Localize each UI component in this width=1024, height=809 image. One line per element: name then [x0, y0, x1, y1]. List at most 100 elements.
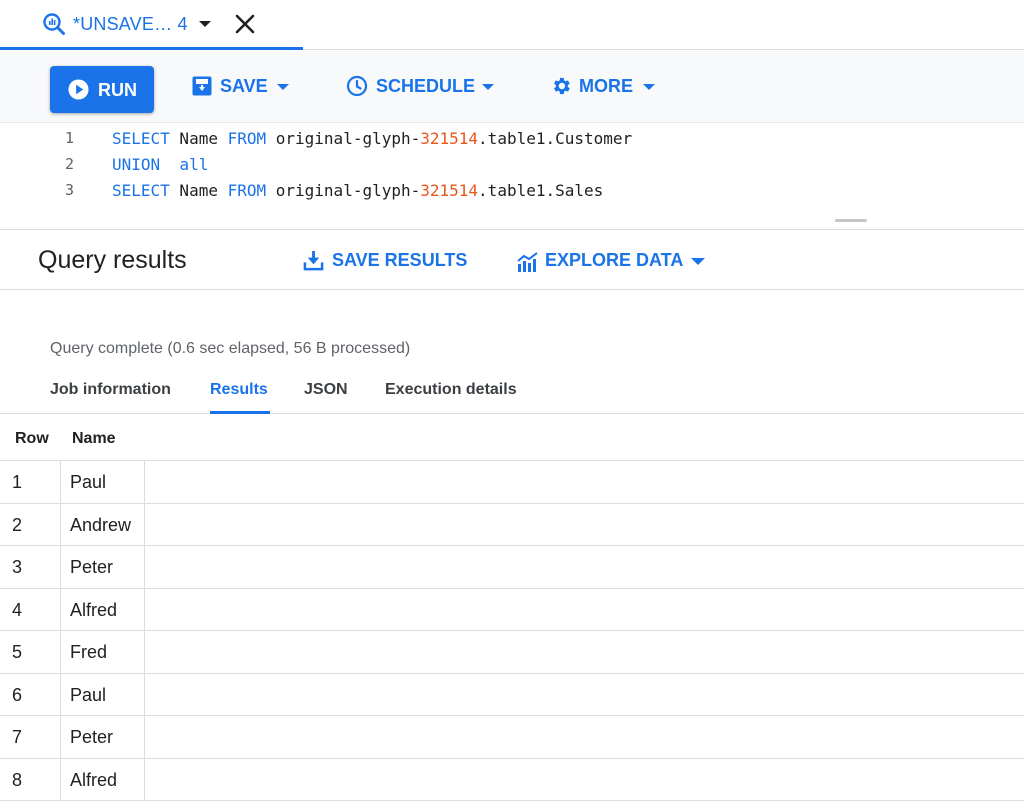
- code-text: SELECT Name FROM original-glyph-321514.t…: [112, 181, 603, 200]
- query-status: Query complete (0.6 sec elapsed, 56 B pr…: [50, 340, 411, 357]
- schedule-icon: [346, 75, 368, 102]
- code-line: 3 SELECT Name FROM original-glyph-321514…: [0, 181, 1024, 207]
- sql-text: .table1.Customer: [478, 129, 633, 148]
- name-cell[interactable]: Peter: [61, 716, 145, 758]
- save-icon: [191, 75, 213, 102]
- row-number: 6: [12, 684, 23, 705]
- results-title: Query results: [38, 246, 187, 274]
- name-value: Peter: [70, 557, 114, 577]
- download-icon: [303, 250, 324, 276]
- code-line: 1 SELECT Name FROM original-glyph-321514…: [0, 129, 1024, 155]
- table-row: 7 Peter: [0, 716, 1024, 759]
- code-text: SELECT Name FROM original-glyph-321514.t…: [112, 129, 632, 148]
- name-cell[interactable]: Andrew: [61, 503, 145, 545]
- row-number: 3: [12, 557, 23, 577]
- chevron-down-icon: [277, 84, 289, 90]
- row-number-cell: 5: [0, 631, 61, 673]
- tab-execution-details[interactable]: Execution details: [385, 381, 517, 414]
- sql-keyword: UNION: [112, 155, 161, 174]
- tab-title: *UNSAVE… 4: [73, 14, 188, 34]
- name-value: Paul: [70, 472, 107, 492]
- schedule-label: SCHEDULE: [376, 76, 476, 96]
- name-cell[interactable]: Peter: [61, 546, 145, 588]
- sql-number: 321514: [420, 181, 479, 200]
- name-value: Alfred: [70, 769, 118, 790]
- name-cell[interactable]: Alfred: [61, 588, 145, 630]
- save-button[interactable]: SAVE: [191, 75, 291, 99]
- name-value: Paul: [70, 684, 107, 705]
- save-label: SAVE: [220, 76, 268, 96]
- chevron-down-icon: [691, 258, 705, 265]
- editor-toolbar: RUN SAVE SCHEDULE MORE: [0, 51, 1024, 123]
- tab-results[interactable]: Results: [210, 381, 270, 414]
- row-number-cell: 6: [0, 673, 61, 715]
- name-cell[interactable]: Paul: [61, 673, 145, 715]
- table-row: 1 Paul: [0, 461, 1024, 504]
- sql-keyword: all: [179, 155, 209, 174]
- row-number: 7: [12, 727, 23, 747]
- table-header: Row Name: [0, 415, 1024, 461]
- sql-keyword: SELECT: [112, 181, 170, 200]
- query-tab[interactable]: *UNSAVE… 4: [0, 0, 303, 50]
- name-cell[interactable]: Alfred: [61, 758, 145, 800]
- line-number: 3: [64, 181, 74, 199]
- sql-keyword: FROM: [227, 181, 267, 200]
- sql-text: .table1.Sales: [478, 181, 604, 200]
- name-value: Fred: [70, 642, 108, 662]
- row-number-cell: 7: [0, 716, 61, 758]
- sql-number: 321514: [420, 129, 479, 148]
- table-row: 8 Alfred: [0, 758, 1024, 801]
- explore-data-button[interactable]: EXPLORE DATA: [516, 250, 711, 274]
- close-icon[interactable]: [233, 12, 257, 41]
- name-value: Peter: [70, 727, 114, 747]
- code-text: UNION all: [112, 155, 208, 174]
- sql-text: Name: [169, 181, 228, 200]
- tab-job-information[interactable]: Job information: [50, 381, 171, 414]
- more-label: MORE: [579, 76, 633, 96]
- row-number: 5: [12, 642, 23, 662]
- line-number: 2: [64, 155, 74, 173]
- table-row: 6 Paul: [0, 673, 1024, 716]
- row-number-cell: 3: [0, 546, 61, 588]
- column-header-name: Name: [72, 430, 116, 447]
- save-results-label: SAVE RESULTS: [332, 250, 468, 270]
- sql-text: original-glyph-: [266, 181, 421, 200]
- table-row: 3 Peter: [0, 546, 1024, 589]
- table-row: 2 Andrew: [0, 503, 1024, 546]
- schedule-button[interactable]: SCHEDULE: [346, 75, 496, 99]
- code-line: 2 UNION all: [0, 155, 1024, 181]
- sql-text: Name: [169, 129, 228, 148]
- sql-keyword: FROM: [227, 129, 267, 148]
- sql-keyword: SELECT: [112, 129, 170, 148]
- name-cell[interactable]: Paul: [61, 461, 145, 503]
- row-number: 4: [12, 599, 23, 620]
- run-button[interactable]: RUN: [50, 66, 154, 113]
- tab-json[interactable]: JSON: [304, 381, 348, 414]
- name-value: Alfred: [70, 599, 118, 620]
- results-header: Query results SAVE RESULTS EXPLORE DATA: [0, 231, 1024, 290]
- table-row: 4 Alfred: [0, 588, 1024, 631]
- explore-data-label: EXPLORE DATA: [545, 250, 684, 270]
- gear-icon: [550, 75, 572, 102]
- tab-bar: *UNSAVE… 4: [0, 0, 1024, 50]
- row-number-cell: 1: [0, 461, 61, 503]
- sql-text: original-glyph-: [266, 129, 421, 148]
- editor-resize-handle[interactable]: [835, 219, 867, 222]
- play-icon: [68, 79, 89, 105]
- row-number: 2: [12, 514, 23, 535]
- results-table: Row Name 1 Paul 2 Andrew 3 Peter 4 Alfre…: [0, 415, 1024, 801]
- save-results-button[interactable]: SAVE RESULTS: [303, 250, 467, 276]
- table-row: 5 Fred: [0, 631, 1024, 674]
- query-icon: [42, 12, 66, 41]
- name-cell[interactable]: Fred: [61, 631, 145, 673]
- sql-editor[interactable]: 1 SELECT Name FROM original-glyph-321514…: [0, 124, 1024, 230]
- row-number-cell: 8: [0, 758, 61, 800]
- results-tabs: Job information Results JSON Execution d…: [0, 372, 1024, 414]
- chevron-down-icon[interactable]: [199, 21, 211, 27]
- explore-chart-icon: [516, 251, 540, 278]
- more-button[interactable]: MORE: [550, 75, 660, 99]
- chevron-down-icon: [643, 84, 655, 90]
- column-header-row: Row: [15, 430, 49, 447]
- row-number-cell: 2: [0, 503, 61, 545]
